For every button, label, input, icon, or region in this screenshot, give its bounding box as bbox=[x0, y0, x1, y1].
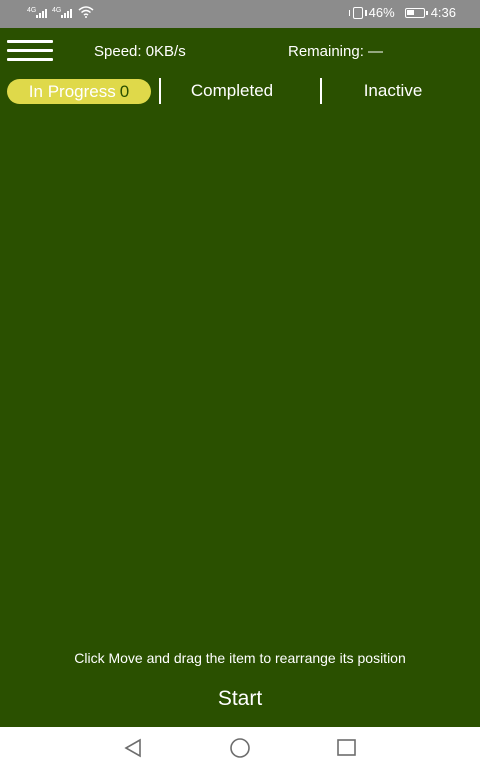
status-left: 4G 4G bbox=[27, 6, 94, 18]
reorder-hint: Click Move and drag the item to rearrang… bbox=[74, 650, 406, 666]
tab-bar: In Progress 0 Completed Inactive bbox=[0, 78, 480, 106]
home-icon[interactable] bbox=[228, 737, 252, 759]
back-icon[interactable] bbox=[121, 737, 145, 759]
signal-icon: 4G bbox=[27, 7, 47, 18]
app-header: Speed: 0KB/s Remaining: — bbox=[0, 28, 480, 74]
tab-divider bbox=[320, 78, 322, 104]
status-right: 46% 4:36 bbox=[348, 5, 456, 20]
battery-percent: 46% bbox=[368, 5, 395, 20]
signal-label: 4G bbox=[52, 7, 62, 14]
tab-inactive-label: Inactive bbox=[363, 81, 423, 100]
tab-completed-label: Completed bbox=[190, 81, 274, 100]
signal-label: 4G bbox=[27, 7, 37, 14]
in-progress-count: 0 bbox=[119, 82, 130, 101]
tab-in-progress-label: In Progress bbox=[28, 82, 116, 101]
clock: 4:36 bbox=[430, 5, 456, 20]
tab-divider bbox=[159, 78, 161, 104]
wifi-icon bbox=[78, 6, 94, 18]
recents-icon[interactable] bbox=[335, 737, 359, 759]
tab-in-progress[interactable]: In Progress 0 bbox=[7, 79, 151, 104]
status-bar: 4G 4G 46% 4:36 bbox=[0, 0, 480, 28]
battery-fill bbox=[406, 9, 414, 15]
tab-completed[interactable]: Completed bbox=[162, 78, 302, 104]
system-nav-bar bbox=[0, 727, 480, 768]
signal-icon: 4G bbox=[52, 7, 72, 18]
battery-icon bbox=[404, 7, 428, 18]
start-button[interactable]: Start bbox=[190, 684, 290, 714]
download-list bbox=[0, 110, 480, 640]
vibrate-icon bbox=[348, 6, 367, 19]
remaining-label: Remaining: — bbox=[288, 43, 384, 60]
menu-icon[interactable] bbox=[7, 40, 53, 64]
tab-inactive[interactable]: Inactive bbox=[323, 78, 463, 104]
speed-label: Speed: 0KB/s bbox=[94, 43, 186, 60]
